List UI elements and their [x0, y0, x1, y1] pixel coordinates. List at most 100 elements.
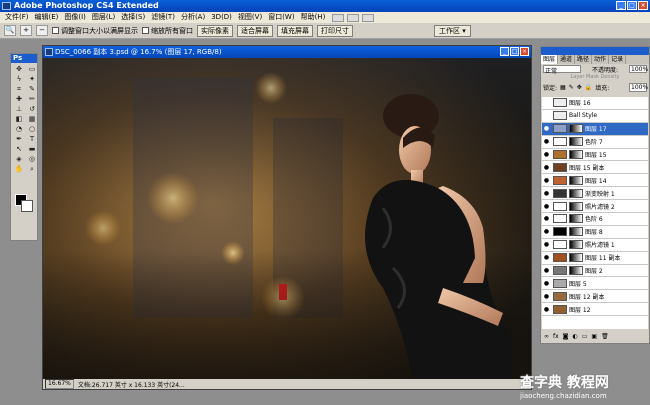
- gradient-tool-icon[interactable]: ▦: [26, 115, 38, 124]
- layer-row[interactable]: ● 照片滤镜 2: [542, 200, 648, 214]
- visibility-eye-icon[interactable]: ●: [542, 267, 551, 274]
- fit-screen-button[interactable]: 适合屏幕: [237, 24, 273, 37]
- menu-analysis[interactable]: 分析(A): [178, 12, 208, 23]
- layer-mask-thumbnail[interactable]: [569, 188, 583, 198]
- eraser-tool-icon[interactable]: ◧: [13, 115, 25, 124]
- crop-tool-icon[interactable]: ⌗: [13, 85, 25, 94]
- adjustment-layer-icon[interactable]: ◐: [573, 333, 578, 340]
- bridge-button[interactable]: [332, 13, 345, 22]
- move-tool-icon[interactable]: ✥: [13, 65, 25, 74]
- blend-mode-select[interactable]: 正常: [543, 65, 581, 75]
- layer-row[interactable]: ● 图层 14: [542, 174, 648, 188]
- tab-paths[interactable]: 路径: [575, 55, 593, 64]
- healing-tool-icon[interactable]: ✚: [13, 95, 25, 104]
- blur-tool-icon[interactable]: ◔: [13, 125, 25, 134]
- layers-list[interactable]: 图层 16 Ball Style ● 图层 17 ● 色阶 7 ● 图层 15 ● 图层 15 副…: [542, 97, 648, 329]
- layer-row[interactable]: ● 照片滤镜 1: [542, 239, 648, 252]
- shape-tool-icon[interactable]: ▬: [26, 145, 38, 154]
- menu-select[interactable]: 选择(S): [118, 12, 148, 23]
- layer-row[interactable]: ● 渐变映射 1: [542, 187, 648, 201]
- layer-mask-thumbnail[interactable]: [569, 124, 583, 134]
- layer-row[interactable]: ● 图层 17: [542, 122, 648, 136]
- visibility-eye-icon[interactable]: ●: [542, 306, 551, 313]
- visibility-eye-icon[interactable]: ●: [542, 151, 551, 158]
- layer-row[interactable]: ● 图层 12 副本: [542, 290, 648, 304]
- pen-tool-icon[interactable]: ✒: [13, 135, 25, 144]
- document-size-info[interactable]: 文档:26.717 英寸 x 16.133 英寸(24...: [78, 380, 185, 389]
- print-size-button[interactable]: 打印尺寸: [317, 24, 353, 37]
- menu-file[interactable]: 文件(F): [2, 12, 32, 23]
- visibility-eye-icon[interactable]: ●: [542, 138, 551, 145]
- link-layers-icon[interactable]: ∞: [544, 333, 549, 340]
- dodge-tool-icon[interactable]: ○: [26, 125, 38, 134]
- visibility-eye-icon[interactable]: ●: [542, 215, 551, 222]
- visibility-eye-icon[interactable]: ●: [542, 177, 551, 184]
- delete-layer-icon[interactable]: 🗑: [601, 333, 609, 340]
- layer-row[interactable]: ● 图层 15: [542, 149, 648, 162]
- layer-row[interactable]: ● 色阶 7: [542, 136, 648, 149]
- menu-window[interactable]: 窗口(W): [265, 12, 297, 23]
- 3d-rotate-tool-icon[interactable]: ◈: [13, 155, 25, 164]
- visibility-eye-icon[interactable]: ●: [542, 254, 551, 261]
- zoom-tool-icon[interactable]: ⌕: [26, 165, 38, 174]
- layer-mask-thumbnail[interactable]: [569, 266, 583, 276]
- visibility-eye-icon[interactable]: ●: [542, 125, 551, 132]
- menu-filter[interactable]: 滤镜(T): [148, 12, 178, 23]
- layer-row[interactable]: ● 图层 2: [542, 265, 648, 278]
- visibility-eye-icon[interactable]: ●: [542, 280, 551, 287]
- layer-row[interactable]: ● 图层 8: [542, 226, 648, 239]
- layer-mask-thumbnail[interactable]: [569, 201, 583, 211]
- menu-edit[interactable]: 编辑(E): [32, 12, 62, 23]
- doc-close-button[interactable]: ×: [520, 47, 529, 56]
- layer-row[interactable]: ● 色阶 6: [542, 213, 648, 226]
- lock-image-icon[interactable]: ✎: [569, 84, 574, 91]
- menu-help[interactable]: 帮助(H): [298, 12, 329, 23]
- zoom-all-windows-checkbox[interactable]: 缩放所有窗口: [142, 26, 193, 36]
- layer-row[interactable]: Ball Style: [542, 110, 648, 123]
- marquee-tool-icon[interactable]: ▭: [26, 65, 38, 74]
- layer-mask-thumbnail[interactable]: [569, 137, 583, 147]
- visibility-eye-icon[interactable]: ●: [542, 241, 551, 248]
- eyedropper-tool-icon[interactable]: ✎: [26, 85, 38, 94]
- new-layer-icon[interactable]: ▣: [591, 333, 597, 340]
- zoom-out-icon[interactable]: −: [36, 25, 48, 36]
- close-button[interactable]: ×: [638, 1, 648, 10]
- layer-style-icon[interactable]: fx: [553, 333, 559, 340]
- brush-tool-icon[interactable]: ✏: [26, 95, 38, 104]
- tab-actions[interactable]: 动作: [592, 55, 610, 64]
- doc-minimize-button[interactable]: _: [500, 47, 509, 56]
- zoom-percentage[interactable]: 16.67%: [45, 379, 74, 389]
- tab-layers[interactable]: 图层: [541, 55, 559, 64]
- add-mask-icon[interactable]: ◙: [563, 333, 569, 340]
- layer-row[interactable]: ● 图层 5: [542, 277, 648, 291]
- visibility-eye-icon[interactable]: ●: [542, 164, 551, 171]
- hand-tool-icon[interactable]: ✋: [13, 165, 25, 174]
- layer-mask-thumbnail[interactable]: [569, 214, 583, 224]
- background-color-swatch[interactable]: [21, 200, 33, 212]
- history-brush-tool-icon[interactable]: ↺: [26, 105, 38, 114]
- layer-mask-thumbnail[interactable]: [569, 253, 583, 263]
- lock-position-icon[interactable]: ✥: [577, 84, 582, 91]
- layer-row[interactable]: ● 图层 11 副本: [542, 252, 648, 265]
- layer-row[interactable]: 图层 16: [542, 97, 648, 110]
- layer-row[interactable]: ● 图层 12: [542, 303, 648, 317]
- tab-channels[interactable]: 通道: [558, 55, 576, 64]
- opacity-input[interactable]: 100%: [629, 65, 648, 73]
- type-tool-icon[interactable]: T: [26, 135, 38, 144]
- lock-transparency-icon[interactable]: ▦: [560, 84, 566, 91]
- image-canvas[interactable]: [43, 58, 531, 379]
- workspace-button[interactable]: 工作区 ▾: [434, 25, 471, 37]
- layer-mask-thumbnail[interactable]: [569, 175, 583, 185]
- 3d-orbit-tool-icon[interactable]: ◎: [26, 155, 38, 164]
- visibility-eye-icon[interactable]: ●: [542, 190, 551, 197]
- stamp-tool-icon[interactable]: ⊥: [13, 105, 25, 114]
- menu-view[interactable]: 视图(V): [235, 12, 265, 23]
- layer-mask-thumbnail[interactable]: [569, 150, 583, 159]
- zoom-level-button[interactable]: [362, 13, 375, 22]
- tab-history[interactable]: 记录: [609, 55, 627, 64]
- path-select-tool-icon[interactable]: ↖: [13, 145, 25, 154]
- fill-screen-button[interactable]: 填充屏幕: [277, 24, 313, 37]
- zoom-tool-icon[interactable]: 🔍: [4, 25, 16, 36]
- menu-layer[interactable]: 图层(L): [89, 12, 118, 23]
- layer-row[interactable]: ● 图层 15 副本: [542, 161, 648, 175]
